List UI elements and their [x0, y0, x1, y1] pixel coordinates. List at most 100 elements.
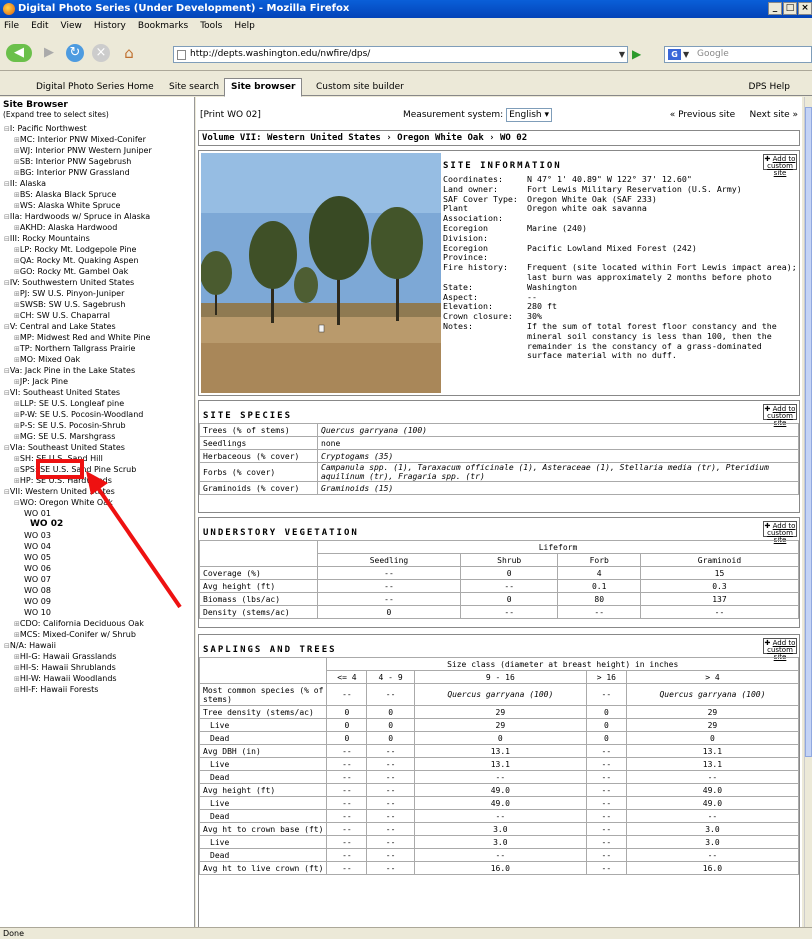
home-icon[interactable]: ⌂ — [120, 44, 138, 62]
tree-item[interactable]: ⊞PJ: SW U.S. Pinyon-Juniper — [0, 288, 194, 299]
menu-file[interactable]: File — [4, 18, 19, 35]
help-link[interactable]: DPS Help — [749, 80, 790, 94]
tree-item-label: MG: SE U.S. Marshgrass — [19, 432, 116, 441]
tree-item-label: WO 04 — [24, 542, 51, 551]
tree-item[interactable]: ⊞SPS: SE U.S. Sand Pine Scrub — [0, 464, 194, 475]
previous-site-link[interactable]: « Previous site — [670, 110, 736, 120]
scrollbar-thumb[interactable] — [805, 107, 812, 757]
table-cell: 29 — [625, 705, 800, 719]
tree-item[interactable]: WO 05 — [0, 552, 194, 563]
tree-item[interactable]: ⊟VII: Western United States — [0, 486, 194, 497]
menu-history[interactable]: History — [94, 18, 126, 35]
row-label: Avg height (ft) — [198, 783, 328, 797]
go-icon[interactable]: ▶ — [632, 47, 641, 61]
menu-bookmarks[interactable]: Bookmarks — [138, 18, 188, 35]
close-button[interactable]: × — [798, 2, 812, 15]
url-bar[interactable]: http://depts.washington.edu/nwfire/dps/ … — [173, 46, 628, 63]
tree-item[interactable]: ⊞BG: Interior PNW Grassland — [0, 167, 194, 178]
tree-item[interactable]: ⊞MO: Mixed Oak — [0, 354, 194, 365]
row-label: Dead — [198, 848, 328, 862]
tree-item[interactable]: ⊞HP: SE U.S. Hardwoods — [0, 475, 194, 486]
saplings-table: Size class (diameter at breast height) i… — [198, 657, 800, 875]
tree-item-label: HI-S: Hawaii Shrublands — [19, 663, 116, 672]
tree-item[interactable]: ⊞SH: SE U.S. Sand Hill — [0, 453, 194, 464]
tree-item[interactable]: ⊞P-S: SE U.S. Pocosin-Shrub — [0, 420, 194, 431]
menu-edit[interactable]: Edit — [31, 18, 48, 35]
tree-item[interactable]: ⊞WS: Alaska White Spruce — [0, 200, 194, 211]
tree-item[interactable]: ⊞SB: Interior PNW Sagebrush — [0, 156, 194, 167]
menu-help[interactable]: Help — [234, 18, 255, 35]
stop-icon[interactable]: × — [92, 44, 110, 62]
add-understory-button[interactable]: ✚ Add to custom site — [763, 521, 797, 544]
url-dropdown-icon[interactable]: ▼ — [619, 47, 625, 62]
forward-icon[interactable]: ▶ — [40, 44, 58, 62]
row-label: Avg height (ft) — [199, 579, 318, 593]
tree-item[interactable]: ⊟WO: Oregon White Oak — [0, 497, 194, 508]
site-info-value: Marine (240) — [527, 222, 587, 233]
tree-item-label: WO 05 — [24, 553, 51, 562]
tree-item[interactable]: ⊞SWSB: SW U.S. Sagebrush — [0, 299, 194, 310]
tree-item[interactable]: ⊞LP: Rocky Mt. Lodgepole Pine — [0, 244, 194, 255]
tree-item[interactable]: ⊞GO: Rocky Mt. Gambel Oak — [0, 266, 194, 277]
tree-item[interactable]: ⊞LLP: SE U.S. Longleaf pine — [0, 398, 194, 409]
tree-item[interactable]: ⊟IIa: Hardwoods w/ Spruce in Alaska — [0, 211, 194, 222]
tree-item[interactable]: ⊞MP: Midwest Red and White Pine — [0, 332, 194, 343]
tree-item[interactable]: ⊞MG: SE U.S. Marshgrass — [0, 431, 194, 442]
add-saplings-button[interactable]: ✚ Add to custom site — [763, 638, 797, 661]
tree-item[interactable]: ⊟III: Rocky Mountains — [0, 233, 194, 244]
tree-item[interactable]: ⊞BS: Alaska Black Spruce — [0, 189, 194, 200]
tree-item[interactable]: ⊞TP: Northern Tallgrass Prairie — [0, 343, 194, 354]
site-controls: [Print WO 02] Measurement system: Englis… — [196, 97, 802, 133]
tree-item[interactable]: WO 10 — [0, 607, 194, 618]
search-engine-dropdown-icon[interactable]: ▼ — [683, 47, 689, 62]
tree-item[interactable]: WO 02 — [0, 519, 194, 530]
tree-item[interactable]: ⊞WJ: Interior PNW Western Juniper — [0, 145, 194, 156]
search-input[interactable]: G ▼ Google — [664, 46, 812, 63]
tree-item[interactable]: ⊟II: Alaska — [0, 178, 194, 189]
menu-tools[interactable]: Tools — [200, 18, 222, 35]
tab-home[interactable]: Digital Photo Series Home — [30, 80, 160, 96]
google-icon[interactable]: G — [668, 49, 681, 60]
tree-item[interactable]: WO 01 — [0, 508, 194, 519]
measurement-select[interactable]: English ▾ — [506, 107, 552, 122]
add-species-button[interactable]: ✚ Add to custom site — [763, 404, 797, 427]
tree-item[interactable]: ⊞CH: SW U.S. Chaparral — [0, 310, 194, 321]
tree-item[interactable]: WO 03 — [0, 530, 194, 541]
tree-item[interactable]: ⊟IV: Southwestern United States — [0, 277, 194, 288]
tree-item[interactable]: ⊟N/A: Hawaii — [0, 640, 194, 651]
tree-item[interactable]: ⊞P-W: SE U.S. Pocosin-Woodland — [0, 409, 194, 420]
tree-item[interactable]: ⊟V: Central and Lake States — [0, 321, 194, 332]
tree-item[interactable]: ⊞QA: Rocky Mt. Quaking Aspen — [0, 255, 194, 266]
tree-item[interactable]: ⊟Va: Jack Pine in the Lake States — [0, 365, 194, 376]
print-link[interactable]: [Print WO 02] — [200, 97, 261, 133]
menu-view[interactable]: View — [61, 18, 82, 35]
tab-site-browser[interactable]: Site browser — [224, 78, 303, 97]
next-site-link[interactable]: Next site » — [750, 110, 798, 120]
tree-item[interactable]: WO 07 — [0, 574, 194, 585]
tree-item[interactable]: ⊞HI-S: Hawaii Shrublands — [0, 662, 194, 673]
tree-item[interactable]: WO 08 — [0, 585, 194, 596]
reload-icon[interactable]: ↻ — [66, 44, 84, 62]
tree-item[interactable]: ⊟I: Pacific Northwest — [0, 123, 194, 134]
tree-item[interactable]: ⊞MCS: Mixed-Conifer w/ Shrub — [0, 629, 194, 640]
back-icon[interactable]: ◀ — [6, 44, 32, 62]
lifeform-header: Lifeform — [317, 540, 799, 554]
tree-item[interactable]: ⊞CDO: California Deciduous Oak — [0, 618, 194, 629]
tree-item[interactable]: WO 06 — [0, 563, 194, 574]
tree-item[interactable]: ⊞HI-F: Hawaii Forests — [0, 684, 194, 695]
vertical-scrollbar[interactable] — [804, 97, 812, 927]
tree-item[interactable]: WO 04 — [0, 541, 194, 552]
tree-item[interactable]: ⊞JP: Jack Pine — [0, 376, 194, 387]
tree-item[interactable]: ⊞HI-G: Hawaii Grasslands — [0, 651, 194, 662]
tree-item[interactable]: ⊟VIa: Southeast United States — [0, 442, 194, 453]
tree-item[interactable]: ⊟VI: Southeast United States — [0, 387, 194, 398]
table-cell: -- — [413, 809, 587, 823]
tree-item[interactable]: ⊞HI-W: Hawaii Woodlands — [0, 673, 194, 684]
tree-item[interactable]: WO 09 — [0, 596, 194, 607]
tab-site-search[interactable]: Site search — [163, 80, 225, 96]
tree-item[interactable]: ⊞MC: Interior PNW Mixed-Conifer — [0, 134, 194, 145]
maximize-button[interactable]: □ — [783, 2, 797, 15]
tab-custom-site-builder[interactable]: Custom site builder — [310, 80, 410, 96]
tree-item[interactable]: ⊞AKHD: Alaska Hardwood — [0, 222, 194, 233]
minimize-button[interactable]: _ — [768, 2, 782, 15]
